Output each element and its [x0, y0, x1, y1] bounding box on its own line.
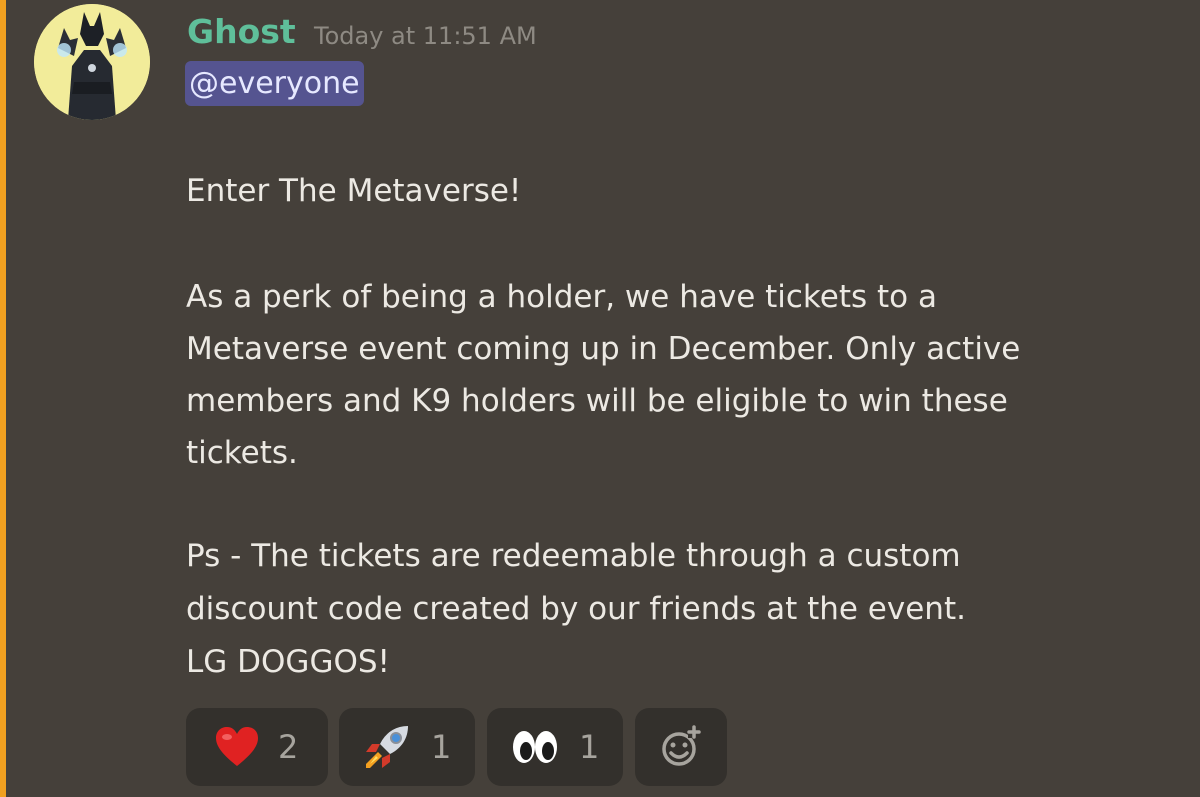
mention-highlight-bar — [0, 0, 6, 797]
message-line: Metaverse event coming up in December. O… — [186, 331, 1021, 367]
message-line: As a perk of being a holder, we have tic… — [186, 279, 937, 315]
author-name[interactable]: Ghost — [187, 10, 296, 54]
reaction-eyes[interactable]: 1 — [487, 708, 623, 786]
reaction-count: 2 — [278, 728, 299, 766]
message-line: members and K9 holders will be eligible … — [186, 383, 1008, 419]
message-timestamp: Today at 11:51 AM — [314, 22, 537, 50]
add-reaction-button[interactable] — [635, 708, 727, 786]
reaction-count: 1 — [579, 728, 600, 766]
message-line: tickets. — [186, 435, 298, 471]
message-line: LG DOGGOS! — [186, 644, 390, 680]
message-line: Ps - The tickets are redeemable through … — [186, 538, 961, 574]
avatar-image — [34, 4, 150, 120]
everyone-mention[interactable]: @everyone — [185, 61, 364, 106]
heart-icon — [212, 726, 262, 768]
rocket-icon — [361, 722, 413, 772]
add-reaction-icon — [658, 724, 704, 770]
reaction-count: 1 — [431, 728, 452, 766]
message-line: Enter The Metaverse! — [186, 173, 522, 209]
eyes-icon — [509, 727, 561, 767]
avatar[interactable] — [34, 4, 150, 120]
message-line: discount code created by our friends at … — [186, 591, 966, 627]
reaction-rocket[interactable]: 1 — [339, 708, 475, 786]
reaction-heart[interactable]: 2 — [186, 708, 328, 786]
